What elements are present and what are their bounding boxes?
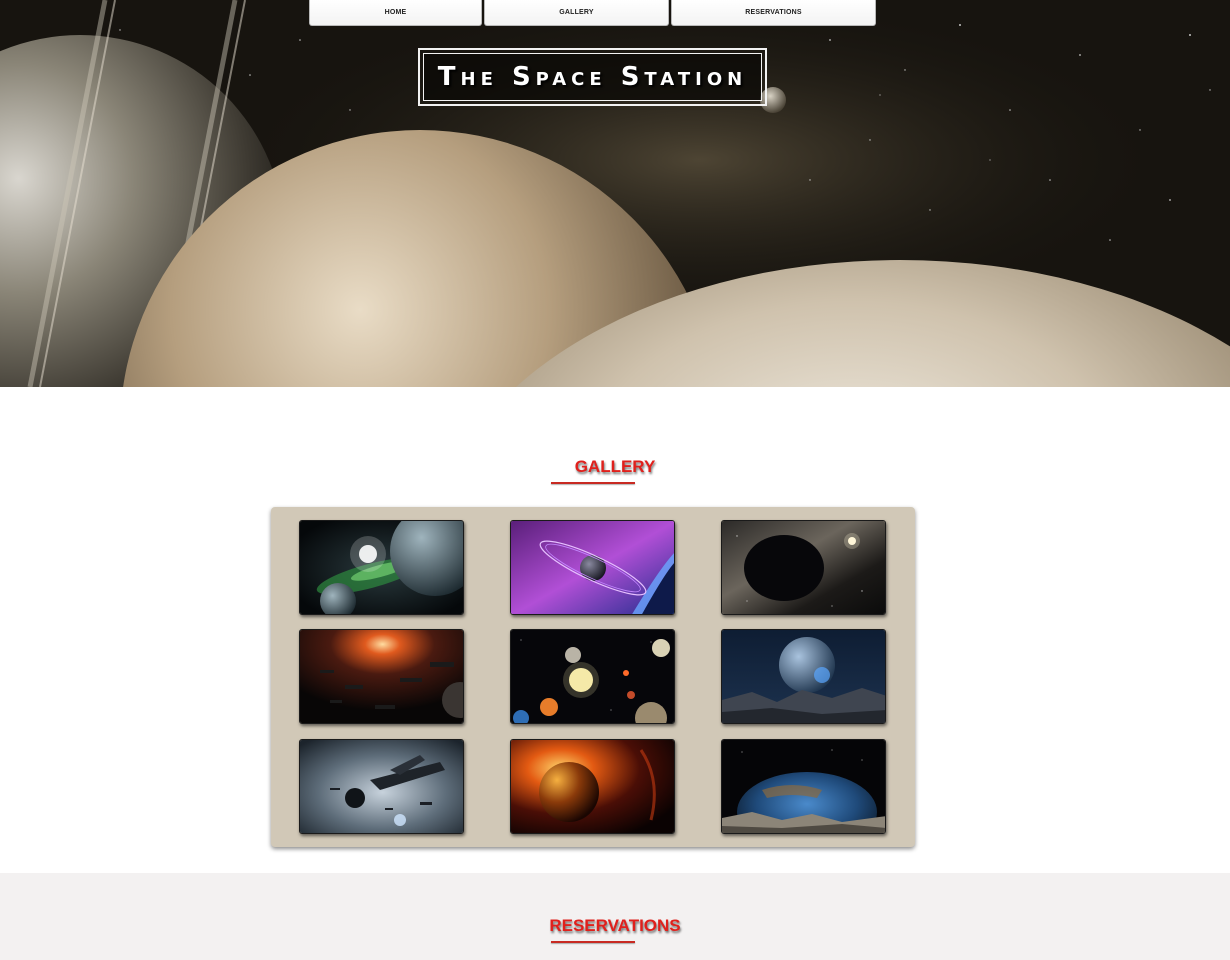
gallery-thumbnail-9[interactable]	[721, 739, 886, 834]
reservations-heading-underline	[551, 941, 635, 943]
nav-gallery-button[interactable]: GALLERY	[484, 0, 669, 26]
gallery-thumbnail-6[interactable]	[721, 629, 886, 724]
site-title: The Space Station	[423, 53, 762, 101]
gallery-thumbnail-8[interactable]	[510, 739, 675, 834]
nav-home-button[interactable]: HOME	[309, 0, 482, 26]
gallery-thumbnail-3[interactable]	[721, 520, 886, 615]
gallery-panel	[271, 507, 915, 847]
hero-banner: HOME GALLERY RESERVATIONS The Space Stat…	[0, 0, 1230, 387]
gallery-thumbnail-5[interactable]	[510, 629, 675, 724]
gallery-heading-underline	[551, 482, 635, 484]
gallery-thumbnail-7[interactable]	[299, 739, 464, 834]
gallery-thumbnail-2[interactable]	[510, 520, 675, 615]
main-navigation: HOME GALLERY RESERVATIONS	[309, 0, 876, 26]
reservations-heading: RESERVATIONS	[549, 916, 681, 935]
nav-reservations-button[interactable]: RESERVATIONS	[671, 0, 876, 26]
site-title-frame: The Space Station	[418, 48, 767, 106]
gallery-thumbnail-4[interactable]	[299, 629, 464, 724]
gallery-thumbnail-1[interactable]	[299, 520, 464, 615]
gallery-heading: GALLERY	[574, 457, 656, 476]
